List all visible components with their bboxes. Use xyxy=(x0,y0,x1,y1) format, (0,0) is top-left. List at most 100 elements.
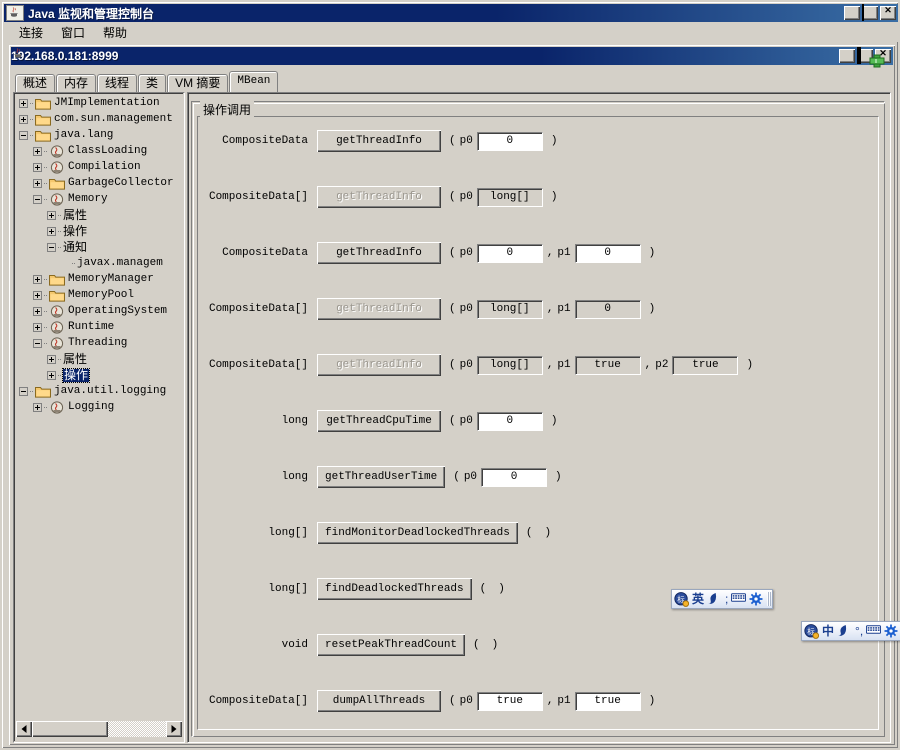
operation-invoke-button[interactable]: getThreadInfo xyxy=(317,130,441,152)
operation-invoke-button[interactable]: getThreadUserTime xyxy=(317,466,445,488)
param-input[interactable]: 0 xyxy=(477,132,543,151)
gear-icon[interactable] xyxy=(884,624,899,639)
tree-node-label: javax.managem xyxy=(77,257,163,270)
tree-node[interactable]: 操作 xyxy=(16,223,182,239)
scroll-track[interactable] xyxy=(32,721,166,737)
tree-node[interactable]: Runtime xyxy=(16,319,182,335)
tree-expand-icon[interactable] xyxy=(33,403,42,412)
param-name: p1 xyxy=(557,247,570,259)
operation-invoke-button[interactable]: findDeadlockedThreads xyxy=(317,578,472,600)
tab-overview[interactable]: 概述 xyxy=(15,74,55,92)
param-input[interactable]: 0 xyxy=(477,244,543,263)
tree-connector xyxy=(30,391,34,392)
tree-expand-icon[interactable] xyxy=(19,99,28,108)
operation-invoke-button[interactable]: findMonitorDeadlockedThreads xyxy=(317,522,518,544)
tree-expand-icon[interactable] xyxy=(47,211,56,220)
tab-mbean[interactable]: MBean xyxy=(229,71,278,92)
tree-node[interactable]: 通知 xyxy=(16,239,182,255)
tree-expand-icon[interactable] xyxy=(33,147,42,156)
ime-language-bar-english[interactable]: 标英; xyxy=(671,589,773,609)
keyboard-icon[interactable] xyxy=(731,592,746,607)
tree-collapse-icon[interactable] xyxy=(33,195,42,204)
menu-help[interactable]: 帮助 xyxy=(94,23,136,42)
tree-connector xyxy=(44,407,48,408)
moon-icon[interactable] xyxy=(837,624,852,639)
param-input[interactable]: 0 xyxy=(481,468,547,487)
menu-connect[interactable]: 连接 xyxy=(10,23,52,42)
tree-expand-icon[interactable] xyxy=(47,227,56,236)
operation-return-type: CompositeData xyxy=(198,135,317,147)
keyboard-icon[interactable] xyxy=(866,624,881,639)
tree-expand-icon[interactable] xyxy=(33,179,42,188)
tree-expand-icon[interactable] xyxy=(33,163,42,172)
tree-node[interactable]: Threading xyxy=(16,335,182,351)
tree-node[interactable]: Compilation xyxy=(16,159,182,175)
tree-node[interactable]: Logging xyxy=(16,399,182,415)
tree-node[interactable]: 属性 xyxy=(16,207,182,223)
ime-badge-icon[interactable]: 标 xyxy=(674,592,689,607)
mdi-minimize-button[interactable] xyxy=(839,49,855,63)
scroll-left-arrow[interactable] xyxy=(16,721,32,737)
tree-expand-icon[interactable] xyxy=(47,371,56,380)
gear-icon[interactable] xyxy=(749,592,764,607)
tree-expand-icon[interactable] xyxy=(33,307,42,316)
ime-mode-label[interactable]: 中 xyxy=(822,624,834,638)
param-input[interactable]: 0 xyxy=(575,244,641,263)
ime-badge-icon[interactable]: 标 xyxy=(804,624,819,639)
tree-node[interactable]: GarbageCollector xyxy=(16,175,182,191)
close-button[interactable]: ✕ xyxy=(880,6,896,20)
operation-invoke-button[interactable]: dumpAllThreads xyxy=(317,690,441,712)
param-input[interactable]: true xyxy=(477,692,543,711)
tree-node-label: java.util.logging xyxy=(54,385,166,398)
tree-node[interactable]: OperatingSystem xyxy=(16,303,182,319)
tree-node-label: 属性 xyxy=(63,353,87,366)
tree-node[interactable]: Memory xyxy=(16,191,182,207)
operation-row: CompositeDatagetThreadInfo(p00,p10) xyxy=(198,239,655,267)
tree-node[interactable]: java.util.logging xyxy=(16,383,182,399)
tree-collapse-icon[interactable] xyxy=(19,387,28,396)
tab-vm-summary[interactable]: VM 摘要 xyxy=(167,74,228,92)
tree-expand-icon[interactable] xyxy=(33,291,42,300)
tree-collapse-icon[interactable] xyxy=(19,131,28,140)
ime-language-bar-chinese[interactable]: 标中 °, xyxy=(801,621,900,641)
operation-invoke-button[interactable]: resetPeakThreadCount xyxy=(317,634,465,656)
ime-drag-handle[interactable] xyxy=(767,592,771,606)
maximize-button[interactable] xyxy=(862,6,878,20)
moon-icon[interactable] xyxy=(707,592,722,607)
tree-node[interactable]: ClassLoading xyxy=(16,143,182,159)
operation-return-type: CompositeData xyxy=(198,247,317,259)
operation-invoke-button[interactable]: getThreadCpuTime xyxy=(317,410,441,432)
tree-node[interactable]: javax.managem xyxy=(16,255,182,271)
mbean-tree[interactable]: JMImplementation com.sun.managementjava.l… xyxy=(16,95,182,719)
param-input[interactable]: true xyxy=(575,692,641,711)
ime-punctuation-toggle[interactable]: ; xyxy=(725,592,728,606)
tree-expand-icon[interactable] xyxy=(33,275,42,284)
tree-expand-icon[interactable] xyxy=(19,115,28,124)
ime-punctuation-toggle[interactable]: °, xyxy=(855,624,863,638)
tree-node[interactable]: java.lang xyxy=(16,127,182,143)
tree-node-label: JMImplementation xyxy=(54,97,160,110)
ime-mode-label[interactable]: 英 xyxy=(692,592,704,606)
tree-node[interactable]: MemoryPool xyxy=(16,287,182,303)
tree-node[interactable]: 操作 xyxy=(16,367,182,383)
menu-window[interactable]: 窗口 xyxy=(52,23,94,42)
tree-node-label: com.sun.management xyxy=(54,113,173,126)
scroll-right-arrow[interactable] xyxy=(166,721,182,737)
tree-expand-icon[interactable] xyxy=(47,355,56,364)
tab-threads[interactable]: 线程 xyxy=(97,74,137,92)
tree-node[interactable]: com.sun.management xyxy=(16,111,182,127)
minimize-button[interactable] xyxy=(844,6,860,20)
param-name: p2 xyxy=(655,359,668,371)
scroll-thumb[interactable] xyxy=(32,721,108,737)
tree-expand-icon[interactable] xyxy=(33,323,42,332)
tab-classes[interactable]: 类 xyxy=(138,74,166,92)
tree-collapse-icon[interactable] xyxy=(33,339,42,348)
operation-invoke-button[interactable]: getThreadInfo xyxy=(317,242,441,264)
tree-collapse-icon[interactable] xyxy=(47,243,56,252)
tree-node[interactable]: MemoryManager xyxy=(16,271,182,287)
tree-horizontal-scrollbar[interactable] xyxy=(16,720,182,737)
tab-memory[interactable]: 内存 xyxy=(56,74,96,92)
tree-node[interactable]: JMImplementation xyxy=(16,95,182,111)
param-input[interactable]: 0 xyxy=(477,412,543,431)
tree-node[interactable]: 属性 xyxy=(16,351,182,367)
